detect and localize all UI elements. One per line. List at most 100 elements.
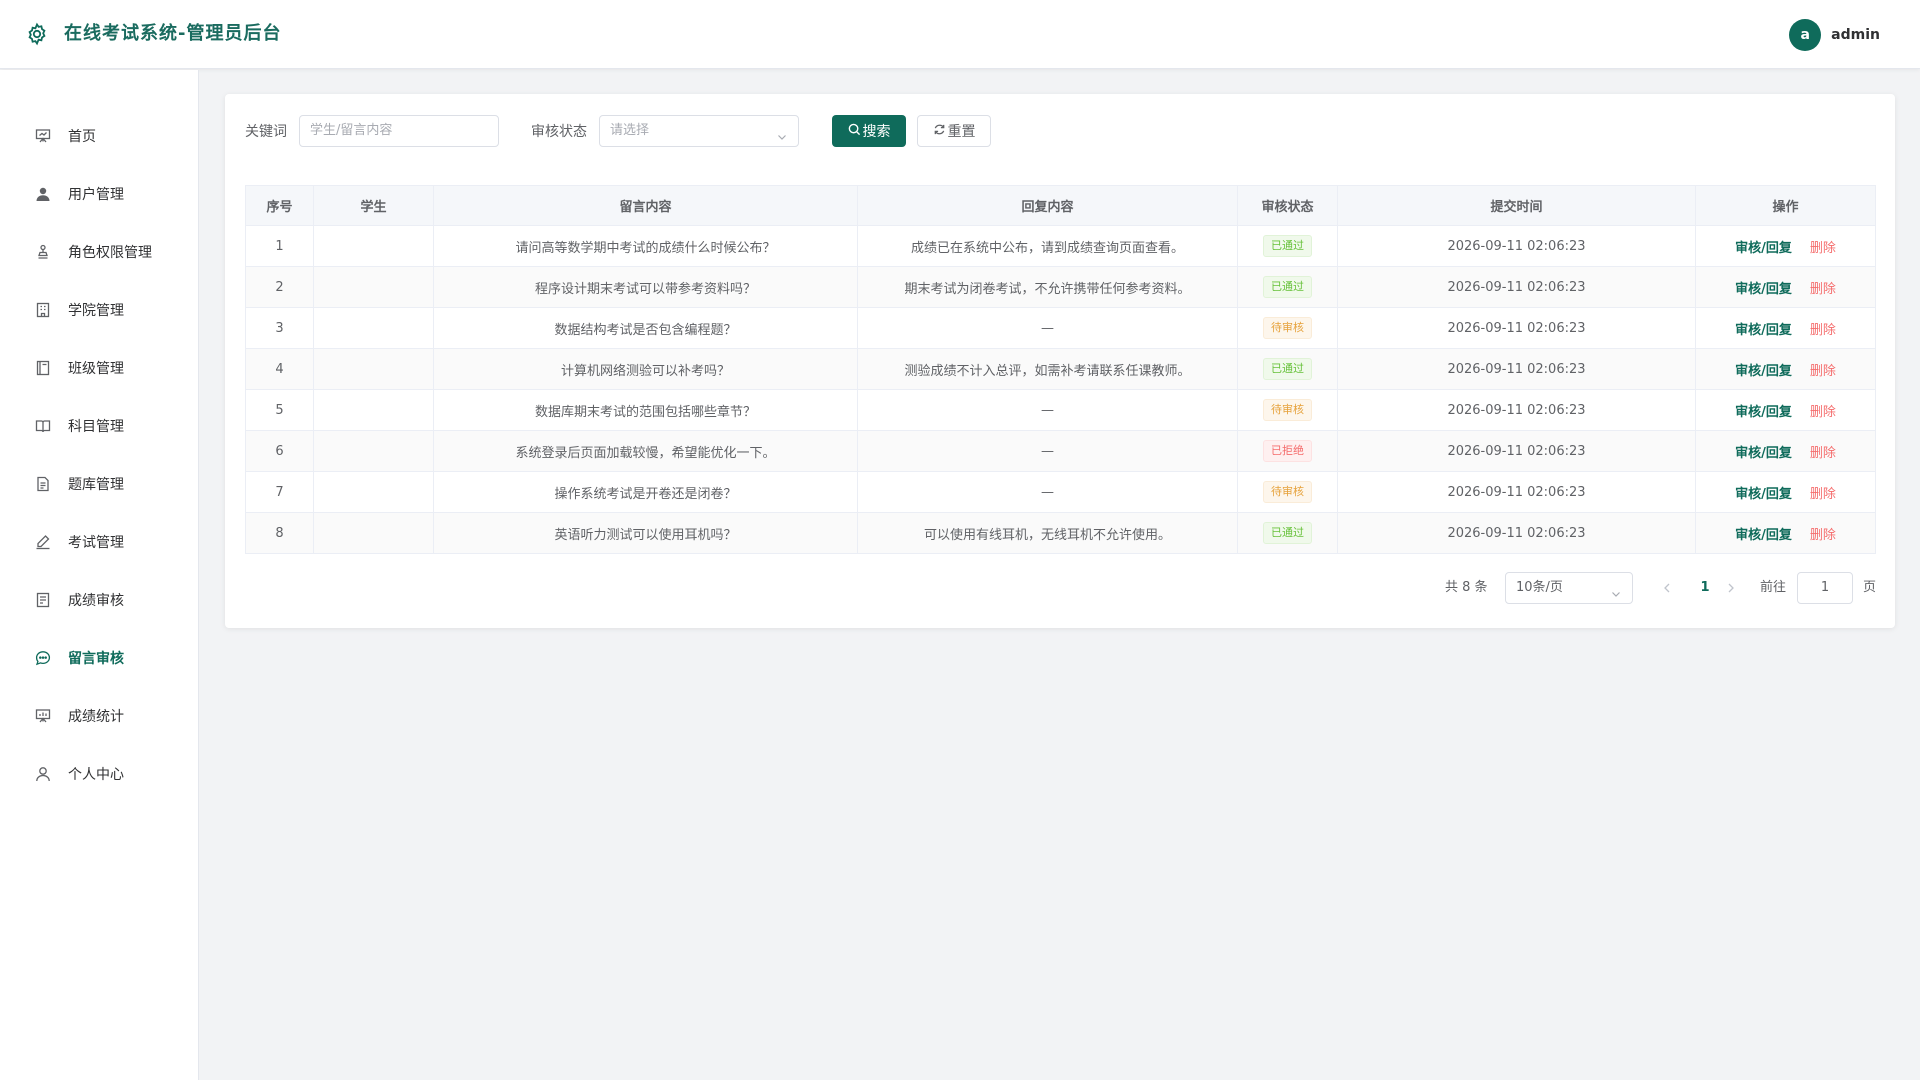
goto-page-input[interactable]: 1 <box>1797 572 1853 604</box>
cell-status: 已通过 <box>1237 266 1338 308</box>
sidebar-item-users[interactable]: 用户管理 <box>0 174 199 214</box>
delete-link[interactable]: 删除 <box>1810 446 1836 461</box>
sidebar-item-question-bank[interactable]: 题库管理 <box>0 464 199 504</box>
sidebar-item-label: 题库管理 <box>68 477 124 493</box>
delete-link[interactable]: 删除 <box>1810 282 1836 297</box>
review-reply-link[interactable]: 审核/回复 <box>1735 282 1792 297</box>
cell-actions: 审核/回复 删除 <box>1695 348 1876 390</box>
top-header: 在线考试系统-管理员后台 a admin <box>0 0 1920 69</box>
cell-student <box>313 225 434 267</box>
review-reply-link[interactable]: 审核/回复 <box>1735 528 1792 543</box>
reset-button[interactable]: 重置 <box>917 115 991 147</box>
chevron-down-icon <box>776 125 788 140</box>
chevron-left-icon[interactable] <box>1659 580 1675 596</box>
cell-student <box>313 389 434 431</box>
review-reply-link[interactable]: 审核/回复 <box>1735 323 1792 338</box>
column-header-no[interactable]: 序号 <box>245 185 314 226</box>
username[interactable]: admin <box>1831 27 1880 43</box>
sidebar-item-subjects[interactable]: 科目管理 <box>0 406 199 446</box>
message-table: 序号 学生 留言内容 回复内容 审核状态 提交时间 操作 1 请问高等数学期中考… <box>245 185 1876 554</box>
sidebar-item-classes[interactable]: 班级管理 <box>0 348 199 388</box>
document-icon <box>34 475 52 493</box>
table-row: 6 系统登录后页面加载较慢，希望能优化一下。 — 已拒绝 2026-09-11 … <box>245 430 1876 472</box>
delete-link[interactable]: 删除 <box>1810 241 1836 256</box>
delete-link[interactable]: 删除 <box>1810 487 1836 502</box>
column-header-content[interactable]: 留言内容 <box>433 185 858 226</box>
table-row: 4 计算机网络测验可以补考吗？ 测验成绩不计入总评，如需补考请联系任课教师。 已… <box>245 348 1876 390</box>
delete-link[interactable]: 删除 <box>1810 405 1836 420</box>
page-number-current[interactable]: 1 <box>1691 572 1719 604</box>
cell-student <box>313 471 434 513</box>
app-title: 在线考试系统-管理员后台 <box>64 23 282 44</box>
column-header-reply[interactable]: 回复内容 <box>857 185 1238 226</box>
column-header-time[interactable]: 提交时间 <box>1337 185 1696 226</box>
cell-no: 3 <box>245 307 314 349</box>
column-header-student[interactable]: 学生 <box>313 185 434 226</box>
cell-reply: — <box>857 389 1238 431</box>
sidebar-item-roles[interactable]: 角色权限管理 <box>0 232 199 272</box>
cell-student <box>313 266 434 308</box>
sidebar-item-label: 成绩统计 <box>68 709 124 725</box>
search-button-label: 搜索 <box>862 124 891 140</box>
building-icon <box>34 301 52 319</box>
sidebar-item-profile[interactable]: 个人中心 <box>0 754 199 794</box>
review-reply-link[interactable]: 审核/回复 <box>1735 487 1792 502</box>
status-select[interactable]: 请选择 <box>599 115 799 147</box>
cell-reply: 测验成绩不计入总评，如需补考请联系任课教师。 <box>857 348 1238 390</box>
sidebar-item-score-review[interactable]: 成绩审核 <box>0 580 199 620</box>
cell-actions: 审核/回复 删除 <box>1695 512 1876 554</box>
cell-actions: 审核/回复 删除 <box>1695 389 1876 431</box>
status-badge: 待审核 <box>1263 399 1312 421</box>
cell-content: 数据库期末考试的范围包括哪些章节？ <box>433 389 858 431</box>
sidebar-item-label: 用户管理 <box>68 187 124 203</box>
table-row: 2 程序设计期末考试可以带参考资料吗？ 期末考试为闭卷考试，不允许携带任何参考资… <box>245 266 1876 308</box>
gear-icon <box>25 22 49 46</box>
cell-reply: 成绩已在系统中公布，请到成绩查询页面查看。 <box>857 225 1238 267</box>
message-review-card: 关键词 学生/留言内容 审核状态 请选择 搜索 重置 序号 学生 留言内容 回复… <box>225 94 1895 628</box>
user-menu[interactable]: a admin <box>1789 19 1880 51</box>
edit-pen-icon <box>34 533 52 551</box>
cell-status: 已通过 <box>1237 348 1338 390</box>
table-row: 5 数据库期末考试的范围包括哪些章节？ — 待审核 2026-09-11 02:… <box>245 389 1876 431</box>
delete-link[interactable]: 删除 <box>1810 323 1836 338</box>
cell-actions: 审核/回复 删除 <box>1695 471 1876 513</box>
pagination-total: 共 8 条 <box>1445 580 1488 595</box>
avatar[interactable]: a <box>1789 19 1822 51</box>
delete-link[interactable]: 删除 <box>1810 364 1836 379</box>
sidebar-item-home[interactable]: 首页 <box>0 116 199 156</box>
cell-student <box>313 307 434 349</box>
cell-time: 2026-09-11 02:06:23 <box>1337 266 1696 308</box>
presentation-board-icon <box>34 127 52 145</box>
cell-reply: — <box>857 307 1238 349</box>
sidebar-item-colleges[interactable]: 学院管理 <box>0 290 199 330</box>
review-reply-link[interactable]: 审核/回复 <box>1735 446 1792 461</box>
sidebar-item-message-review[interactable]: 留言审核 <box>0 638 199 678</box>
delete-link[interactable]: 删除 <box>1810 528 1836 543</box>
cell-student <box>313 512 434 554</box>
cell-no: 8 <box>245 512 314 554</box>
cell-content: 请问高等数学期中考试的成绩什么时候公布？ <box>433 225 858 267</box>
review-reply-link[interactable]: 审核/回复 <box>1735 364 1792 379</box>
cell-actions: 审核/回复 删除 <box>1695 225 1876 267</box>
sidebar: 首页 用户管理 角色权限管理 学院管理 班级管理 科目管理 题库管理 考试管理 … <box>0 70 199 1080</box>
sidebar-item-label: 成绩审核 <box>68 593 124 609</box>
cell-content: 数据结构考试是否包含编程题？ <box>433 307 858 349</box>
search-button[interactable]: 搜索 <box>832 115 906 147</box>
sidebar-item-score-stats[interactable]: 成绩统计 <box>0 696 199 736</box>
refresh-icon <box>933 123 948 140</box>
sidebar-item-exams[interactable]: 考试管理 <box>0 522 199 562</box>
cell-student <box>313 348 434 390</box>
notebook-icon <box>34 359 52 377</box>
page-size-select[interactable]: 10条/页 <box>1505 572 1633 604</box>
keyword-input[interactable]: 学生/留言内容 <box>299 115 499 147</box>
review-reply-link[interactable]: 审核/回复 <box>1735 405 1792 420</box>
review-reply-link[interactable]: 审核/回复 <box>1735 241 1792 256</box>
chevron-right-icon[interactable] <box>1723 580 1739 596</box>
status-badge: 已通过 <box>1263 358 1312 380</box>
column-header-status[interactable]: 审核状态 <box>1237 185 1338 226</box>
status-badge: 待审核 <box>1263 317 1312 339</box>
cell-content: 英语听力测试可以使用耳机吗？ <box>433 512 858 554</box>
cell-reply: — <box>857 471 1238 513</box>
cell-actions: 审核/回复 删除 <box>1695 430 1876 472</box>
open-book-icon <box>34 417 52 435</box>
